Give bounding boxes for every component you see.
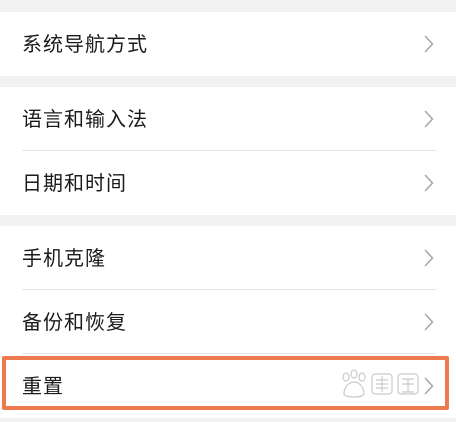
chevron-right-icon (424, 174, 434, 192)
settings-item-label: 语言和输入法 (22, 107, 148, 131)
settings-item-label: 手机克隆 (22, 246, 106, 270)
settings-item-system-navigation[interactable]: 系统导航方式 (0, 12, 456, 76)
settings-group-language-time: 语言和输入法 日期和时间 (0, 87, 456, 215)
chevron-right-icon (424, 110, 434, 128)
settings-item-label: 备份和恢复 (22, 310, 127, 334)
chevron-right-icon (424, 313, 434, 331)
chevron-right-icon (424, 377, 434, 395)
settings-group-navigation: 系统导航方式 (0, 12, 456, 76)
chevron-right-icon (424, 249, 434, 267)
settings-item-reset[interactable]: 重置 (0, 354, 456, 418)
settings-item-phone-clone[interactable]: 手机克隆 (0, 226, 456, 290)
settings-item-label: 日期和时间 (22, 171, 127, 195)
settings-item-date-time[interactable]: 日期和时间 (0, 151, 456, 215)
settings-item-label: 系统导航方式 (22, 32, 148, 56)
settings-item-label: 重置 (22, 374, 64, 398)
settings-page: 系统导航方式 语言和输入法 日期和时间 手机克隆 备份和恢复 重置 (0, 0, 456, 422)
chevron-right-icon (424, 35, 434, 53)
settings-group-backup-reset: 手机克隆 备份和恢复 重置 (0, 226, 456, 418)
settings-item-language-input[interactable]: 语言和输入法 (0, 87, 456, 151)
settings-item-backup-restore[interactable]: 备份和恢复 (0, 290, 456, 354)
